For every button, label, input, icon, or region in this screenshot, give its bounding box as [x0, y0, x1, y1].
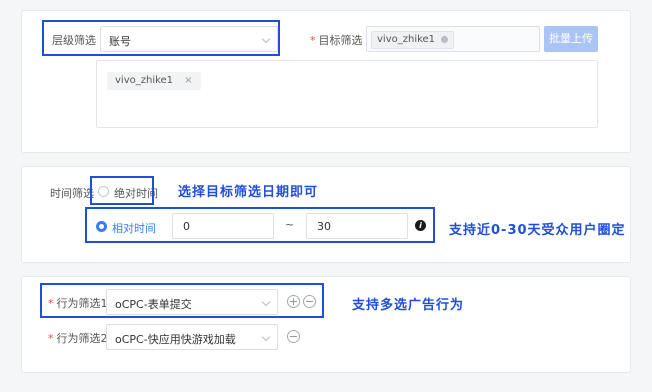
target-filter-label: * 目标筛选 — [310, 34, 363, 47]
time-filter-label: 时间筛选 — [50, 187, 94, 200]
behavior1-highlight — [40, 283, 324, 318]
behavior2-label: * 行为筛选2 — [48, 332, 108, 345]
behavior-card: * 行为筛选1 oCPC-表单提交 + − 支持多选广告行为 * 行为筛选2 oCP… — [21, 276, 631, 373]
behavior2-select[interactable]: oCPC-快应用快游戏加载 — [106, 324, 278, 350]
remove-behavior2-icon[interactable]: − — [287, 330, 300, 343]
level-filter-highlight — [42, 20, 280, 56]
annotation-relative-time: 支持近0-30天受众用户圈定 — [449, 223, 626, 238]
time-card: 时间筛选 绝对时间 选择目标筛选日期即可 相对时间 0 ~ 30 i 支持近0-… — [21, 166, 631, 263]
target-filter-input[interactable]: vivo_zhike1 — [366, 26, 540, 52]
absolute-time-highlight — [90, 176, 154, 205]
target-input-chip: vivo_zhike1 — [371, 31, 455, 49]
filter-card: 层级筛选 账号 * 目标筛选 vivo_zhike1 批量上传 vivo_zhik… — [21, 10, 631, 153]
selected-target-tag-text: vivo_zhike1 — [115, 75, 174, 86]
behavior2-value: oCPC-快应用快游戏加载 — [115, 333, 236, 346]
selected-target-tag[interactable]: vivo_zhike1 × — [107, 72, 201, 90]
close-icon[interactable]: × — [184, 75, 192, 86]
annotation-behavior: 支持多选广告行为 — [352, 298, 465, 313]
target-input-chip-text: vivo_zhike1 — [377, 34, 436, 45]
annotation-absolute-time: 选择目标筛选日期即可 — [178, 185, 319, 200]
chip-dot-icon — [441, 35, 449, 43]
relative-time-highlight — [85, 207, 435, 243]
selected-targets-box: vivo_zhike1 × — [96, 60, 598, 128]
chevron-down-icon — [261, 332, 271, 342]
bulk-upload-label: 批量上传 — [549, 32, 593, 45]
bulk-upload-button[interactable]: 批量上传 — [544, 26, 598, 52]
